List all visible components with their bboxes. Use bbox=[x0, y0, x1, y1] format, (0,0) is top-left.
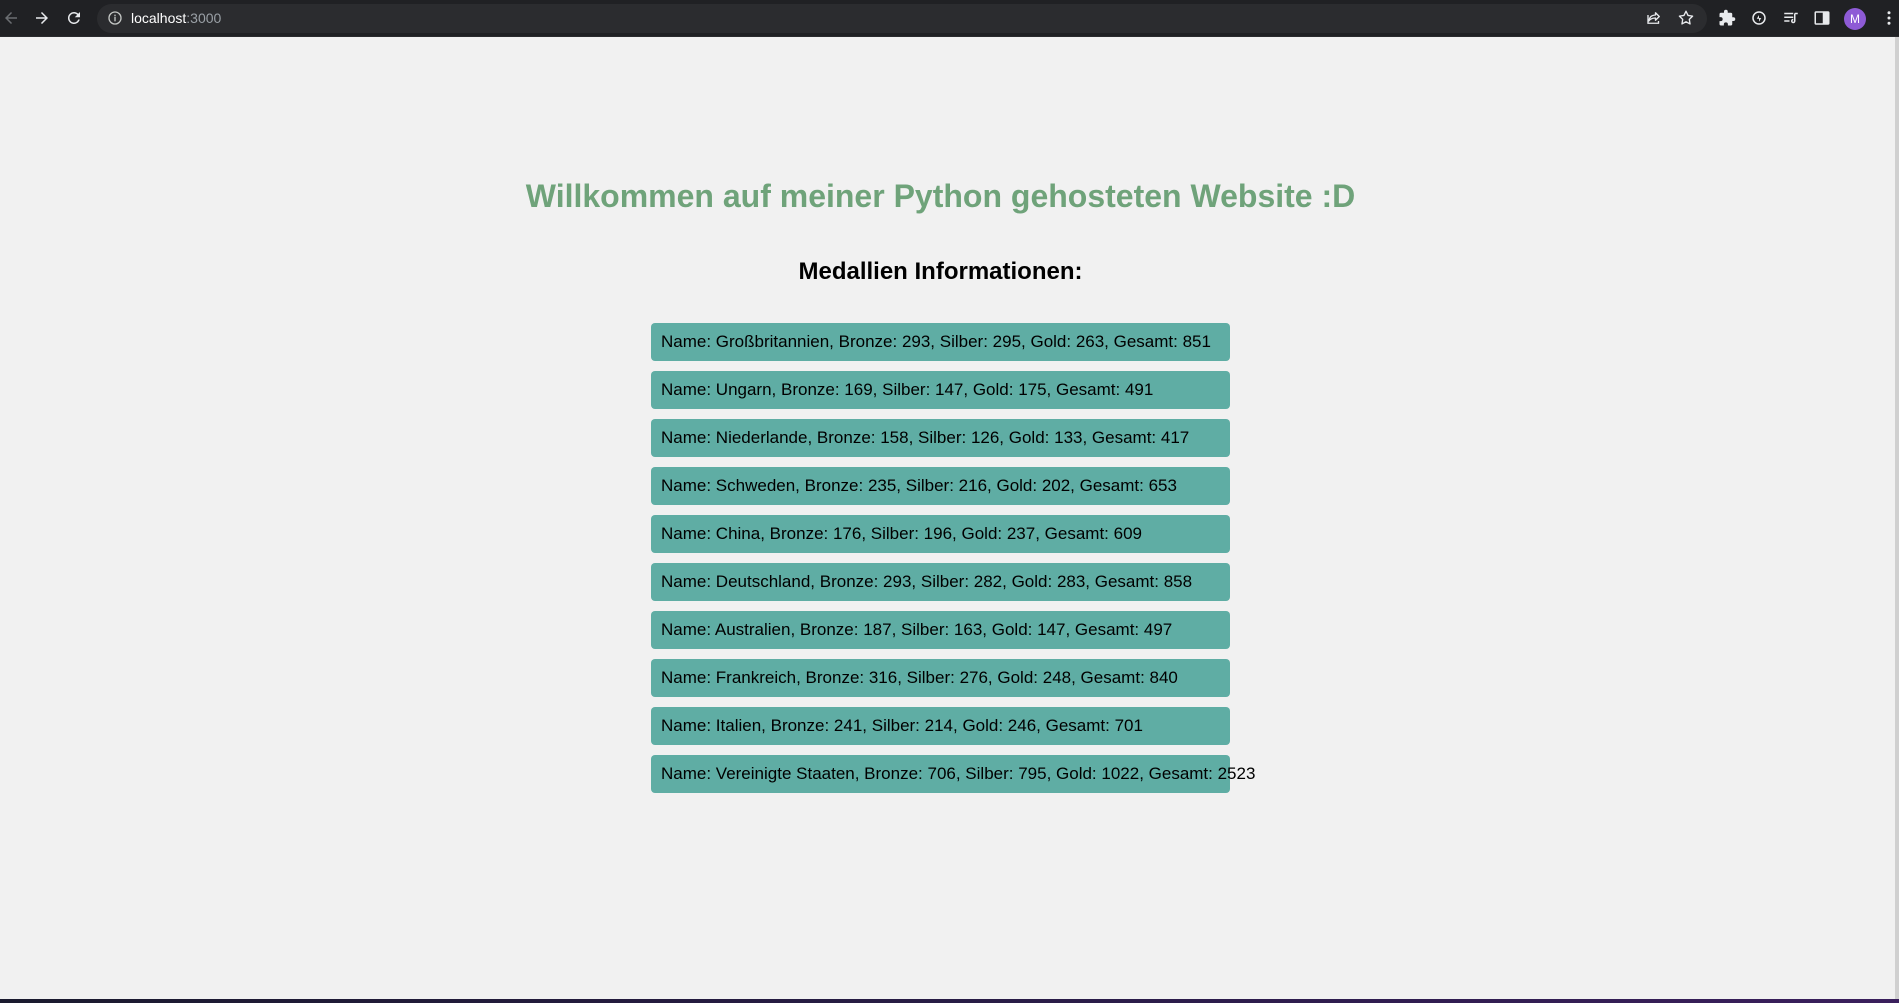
menu-icon[interactable] bbox=[1882, 7, 1896, 29]
forward-icon[interactable] bbox=[31, 7, 53, 29]
star-icon[interactable] bbox=[1675, 7, 1697, 29]
reload-icon[interactable] bbox=[63, 7, 85, 29]
profile-avatar[interactable]: M bbox=[1844, 8, 1866, 30]
medal-list: Name: Großbritannien, Bronze: 293, Silbe… bbox=[651, 323, 1255, 803]
browser-toolbar: localhost:3000 M bbox=[0, 0, 1899, 37]
list-item: Name: Niederlande, Bronze: 158, Silber: … bbox=[651, 419, 1230, 457]
back-icon[interactable] bbox=[0, 7, 22, 29]
info-icon[interactable] bbox=[107, 10, 124, 27]
list-item: Name: China, Bronze: 176, Silber: 196, G… bbox=[651, 515, 1230, 553]
extensions-icon[interactable] bbox=[1716, 7, 1738, 29]
page-title: Willkommen auf meiner Python gehosteten … bbox=[525, 178, 1356, 214]
list-item: Name: Großbritannien, Bronze: 293, Silbe… bbox=[651, 323, 1230, 361]
url-host: localhost bbox=[131, 10, 187, 26]
list-item: Name: Ungarn, Bronze: 169, Silber: 147, … bbox=[651, 371, 1230, 409]
list-item: Name: Deutschland, Bronze: 293, Silber: … bbox=[651, 563, 1230, 601]
scrollbar[interactable] bbox=[1895, 37, 1899, 999]
taskbar-edge bbox=[0, 999, 1899, 1003]
address-bar[interactable]: localhost:3000 bbox=[97, 4, 1707, 33]
list-item: Name: Italien, Bronze: 241, Silber: 214,… bbox=[651, 707, 1230, 745]
section-heading: Medallien Informationen: bbox=[798, 258, 1083, 285]
list-item: Name: Frankreich, Bronze: 316, Silber: 2… bbox=[651, 659, 1230, 697]
share-icon[interactable] bbox=[1643, 7, 1665, 29]
sync-icon[interactable] bbox=[1748, 7, 1770, 29]
list-item: Name: Australien, Bronze: 187, Silber: 1… bbox=[651, 611, 1230, 649]
side-panel-icon[interactable] bbox=[1811, 7, 1833, 29]
list-item: Name: Schweden, Bronze: 235, Silber: 216… bbox=[651, 467, 1230, 505]
url-text[interactable]: localhost:3000 bbox=[131, 10, 221, 27]
reading-list-icon[interactable] bbox=[1780, 7, 1802, 29]
list-item: Name: Vereinigte Staaten, Bronze: 706, S… bbox=[651, 755, 1255, 793]
url-port: :3000 bbox=[186, 10, 222, 26]
